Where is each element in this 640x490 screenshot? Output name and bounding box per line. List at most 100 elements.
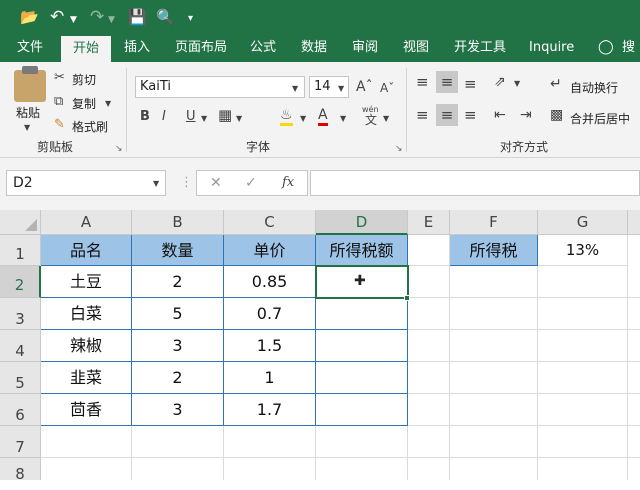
tab-data[interactable]: 数据 <box>301 34 327 62</box>
table-cell[interactable]: 0.7 <box>224 298 316 330</box>
table-cell[interactable]: 2 <box>132 362 224 394</box>
tax-label-cell[interactable]: 所得税 <box>450 235 538 266</box>
formula-input[interactable] <box>310 170 640 196</box>
copy-label[interactable]: 复制 <box>72 95 96 112</box>
header-cell-unit-price[interactable]: 单价 <box>224 235 316 266</box>
tab-developer[interactable]: 开发工具 <box>454 34 506 62</box>
table-cell[interactable]: 土豆 <box>41 266 132 298</box>
align-left-icon[interactable]: ≡ <box>416 107 429 123</box>
scissors-icon[interactable]: ✂ <box>54 70 65 86</box>
bottom-align-icon[interactable]: ≡ <box>464 76 477 92</box>
tax-rate-cell[interactable]: 13% <box>538 235 628 266</box>
tab-insert[interactable]: 插入 <box>124 34 150 62</box>
tab-file[interactable]: 文件 <box>17 34 43 62</box>
tab-inquire[interactable]: Inquire <box>529 34 574 62</box>
phonetic-guide-icon[interactable]: 文 <box>365 112 377 128</box>
font-color-icon[interactable]: A <box>318 107 328 126</box>
lightbulb-icon[interactable]: ◯ <box>598 34 614 62</box>
table-cell[interactable]: 3 <box>132 330 224 362</box>
align-center-icon[interactable]: ≡ <box>436 104 458 126</box>
column-header-f[interactable]: F <box>450 210 538 235</box>
table-cell[interactable]: 韭菜 <box>41 362 132 394</box>
format-painter-icon[interactable]: ✎ <box>54 117 65 133</box>
middle-align-icon[interactable]: ≡ <box>436 71 458 93</box>
save-icon[interactable]: 💾 <box>128 7 147 27</box>
table-cell[interactable]: 0.85 <box>224 266 316 298</box>
header-cell-name[interactable]: 品名 <box>41 235 132 266</box>
customize-qat-icon[interactable]: ▾ <box>188 9 193 29</box>
header-cell-quantity[interactable]: 数量 <box>132 235 224 266</box>
table-cell[interactable]: 1.5 <box>224 330 316 362</box>
decrease-indent-icon[interactable]: ⇤ <box>494 107 506 123</box>
table-cell[interactable]: 1.7 <box>224 394 316 426</box>
insert-function-button[interactable]: fx <box>282 175 294 191</box>
tab-view[interactable]: 视图 <box>403 34 429 62</box>
font-color-dropdown-icon[interactable]: ▼ <box>340 111 346 127</box>
empty-range[interactable] <box>450 266 538 426</box>
table-cell[interactable] <box>316 330 408 362</box>
copy-dropdown-icon[interactable]: ▼ <box>105 96 111 112</box>
column-header-g[interactable]: G <box>538 210 628 235</box>
header-cell-tax-amount[interactable]: 所得税额 <box>316 235 408 266</box>
fill-color-icon[interactable]: ♨ <box>280 107 293 126</box>
select-all-corner[interactable] <box>0 210 41 235</box>
wrap-text-label[interactable]: 自动换行 <box>570 79 618 96</box>
italic-button[interactable]: I <box>162 109 166 125</box>
row-header-2[interactable]: 2 <box>0 266 41 298</box>
row-header-3[interactable]: 3 <box>0 298 41 330</box>
font-name-dropdown[interactable]: KaiTi <box>135 76 305 98</box>
table-cell[interactable] <box>316 298 408 330</box>
empty-range[interactable] <box>408 266 450 426</box>
decrease-font-icon[interactable]: Aˇ <box>380 80 394 96</box>
name-box-dropdown-icon[interactable]: ▼ <box>153 176 159 192</box>
borders-dropdown-icon[interactable]: ▼ <box>236 111 242 127</box>
name-box[interactable]: D2 <box>6 170 166 196</box>
column-header-d[interactable]: D <box>316 210 408 235</box>
underline-dropdown-icon[interactable]: ▼ <box>201 111 207 127</box>
wrap-text-icon[interactable]: ↵ <box>550 76 562 92</box>
undo-dropdown-icon[interactable]: ▼ <box>70 10 77 30</box>
tab-home[interactable]: 开始 <box>61 36 112 62</box>
empty-range[interactable] <box>538 266 628 426</box>
underline-button[interactable]: U <box>186 109 196 125</box>
orientation-icon[interactable]: ⇗ <box>494 74 506 90</box>
table-cell[interactable]: 白菜 <box>41 298 132 330</box>
column-header-a[interactable]: A <box>41 210 132 235</box>
print-preview-icon[interactable]: 🔍 <box>156 7 175 27</box>
fill-color-dropdown-icon[interactable]: ▼ <box>300 111 306 127</box>
paste-dropdown-icon[interactable]: ▼ <box>24 120 30 136</box>
tab-page-layout[interactable]: 页面布局 <box>175 34 227 62</box>
bold-button[interactable]: B <box>140 109 150 125</box>
clipboard-launcher-icon[interactable]: ↘ <box>115 144 123 154</box>
table-cell[interactable]: 5 <box>132 298 224 330</box>
table-cell[interactable]: 3 <box>132 394 224 426</box>
undo-icon[interactable]: ↶ <box>50 7 64 27</box>
table-cell[interactable] <box>316 362 408 394</box>
orientation-dropdown-icon[interactable]: ▼ <box>514 76 520 92</box>
format-painter-label[interactable]: 格式刷 <box>72 118 108 135</box>
row-header-5[interactable]: 5 <box>0 362 41 394</box>
table-cell[interactable]: 茴香 <box>41 394 132 426</box>
cell-e1[interactable] <box>408 235 450 266</box>
table-cell[interactable]: 辣椒 <box>41 330 132 362</box>
increase-indent-icon[interactable]: ⇥ <box>520 107 532 123</box>
table-cell[interactable]: 2 <box>132 266 224 298</box>
phonetic-dropdown-icon[interactable]: ▼ <box>383 111 389 127</box>
align-right-icon[interactable]: ≡ <box>464 107 477 123</box>
column-header-b[interactable]: B <box>132 210 224 235</box>
paste-label[interactable]: 粘贴 <box>16 104 40 121</box>
row-header-1[interactable]: 1 <box>0 235 41 266</box>
column-header-e[interactable]: E <box>408 210 450 235</box>
column-header-h[interactable] <box>628 210 640 235</box>
column-header-c[interactable]: C <box>224 210 316 235</box>
row-header-6[interactable]: 6 <box>0 394 41 426</box>
top-align-icon[interactable]: ≡ <box>416 74 429 90</box>
borders-icon[interactable]: ▦ <box>218 107 232 123</box>
fill-handle[interactable] <box>404 295 410 301</box>
cut-label[interactable]: 剪切 <box>72 71 96 88</box>
merge-center-icon[interactable]: ▩ <box>550 107 563 123</box>
increase-font-icon[interactable]: Aˆ <box>356 79 373 95</box>
row-header-4[interactable]: 4 <box>0 330 41 362</box>
open-folder-icon[interactable]: 📂 <box>20 7 39 27</box>
table-cell[interactable] <box>316 394 408 426</box>
